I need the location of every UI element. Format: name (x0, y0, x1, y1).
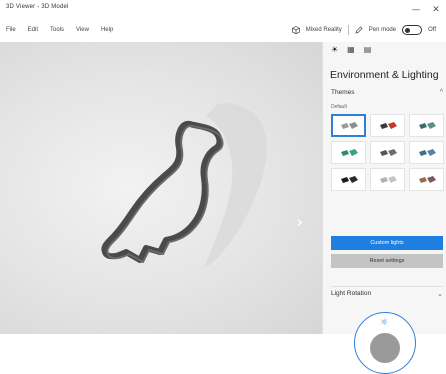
menu-file[interactable]: File (6, 27, 16, 33)
menu-items: File Edit Tools View Help (6, 27, 113, 33)
model-viewport[interactable]: › (0, 42, 322, 334)
menu-view[interactable]: View (76, 27, 89, 33)
theme-tile[interactable] (370, 114, 405, 137)
light-rotation-label: Light Rotation (331, 290, 372, 297)
title-bar: 3D Viewer - 3D Model — ✕ (0, 0, 446, 20)
theme-thumbnail (340, 175, 358, 183)
pen-mode-state: Off (428, 27, 436, 33)
environment-icon[interactable]: ☀ (331, 45, 338, 54)
window-title: 3D Viewer - 3D Model (6, 4, 69, 10)
pen-mode-toggle[interactable] (402, 25, 423, 35)
themes-header[interactable]: Themes ^ (331, 89, 443, 96)
themes-subheading: Default (331, 104, 347, 110)
theme-thumbnail (379, 148, 397, 156)
theme-thumbnail (340, 148, 358, 156)
theme-tile[interactable] (370, 168, 405, 191)
theme-thumbnail (418, 148, 436, 156)
theme-grid (331, 114, 444, 191)
environment-panel: ☀ ▦ ▤ Environment & Lighting Themes ^ De… (322, 42, 446, 374)
animation-icon[interactable]: ▤ (364, 45, 372, 54)
pen-mode-label: Pen mode (368, 27, 397, 33)
menu-bar: File Edit Tools View Help Mixed Reality … (0, 20, 446, 43)
window-controls: — ✕ (406, 0, 446, 20)
menu-separator (347, 25, 349, 35)
minimize-button[interactable]: — (406, 0, 426, 20)
theme-thumbnail (418, 121, 436, 129)
menu-right: Mixed Reality Pen mode Off (291, 25, 436, 35)
themes-label: Themes (331, 89, 355, 96)
close-button[interactable]: ✕ (426, 0, 446, 20)
theme-thumbnail (379, 121, 397, 129)
reset-settings-button[interactable]: Reset settings (331, 254, 443, 268)
stats-icon[interactable]: ▦ (347, 45, 355, 54)
cube-icon (291, 26, 300, 34)
menu-tools[interactable]: Tools (50, 27, 64, 33)
panel-tabs: ☀ ▦ ▤ (331, 45, 371, 54)
panel-title: Environment & Lighting (330, 69, 439, 81)
mixed-reality-button[interactable]: Mixed Reality (306, 27, 342, 33)
custom-lights-button[interactable]: Custom lights (331, 236, 443, 250)
theme-tile[interactable] (409, 114, 444, 137)
menu-edit[interactable]: Edit (28, 27, 38, 33)
chevron-up-icon[interactable]: ^ (440, 89, 443, 96)
bird-model (101, 120, 224, 263)
chevron-down-icon[interactable]: ⌄ (437, 290, 443, 298)
menu-help[interactable]: Help (101, 27, 113, 33)
next-arrow[interactable]: › (296, 212, 303, 233)
theme-thumbnail (379, 175, 397, 183)
theme-tile[interactable] (331, 141, 366, 164)
section-divider (331, 286, 443, 287)
light-rotation-dial[interactable]: ☼ (354, 312, 416, 374)
theme-tile[interactable] (370, 141, 405, 164)
theme-tile[interactable] (331, 168, 366, 191)
theme-thumbnail (340, 121, 358, 129)
theme-thumbnail (418, 175, 436, 183)
pen-icon (355, 26, 363, 34)
theme-tile[interactable] (331, 114, 366, 137)
light-sphere (370, 333, 400, 363)
theme-tile[interactable] (409, 168, 444, 191)
sun-icon[interactable]: ☼ (380, 318, 388, 328)
light-rotation-header[interactable]: Light Rotation ⌄ (331, 290, 443, 298)
theme-tile[interactable] (409, 141, 444, 164)
